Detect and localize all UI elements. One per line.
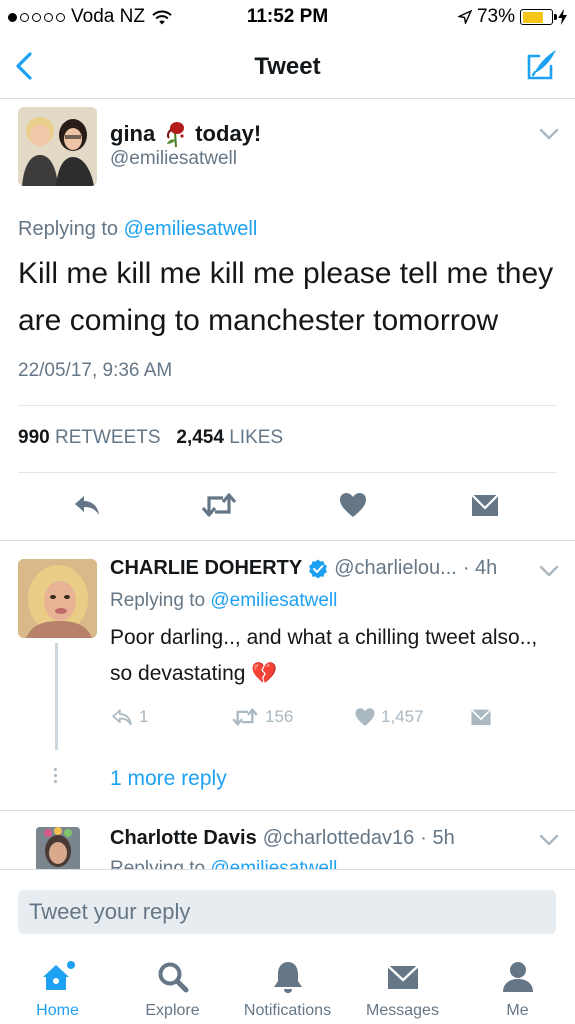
- verified-badge-icon: [309, 559, 328, 578]
- likes-count: 2,454: [176, 427, 224, 448]
- dm-action[interactable]: [470, 706, 492, 728]
- profile-photo: [36, 827, 80, 869]
- display-name[interactable]: Charlotte Davis: [110, 827, 257, 850]
- battery-fill: [522, 11, 543, 23]
- heart-icon: [355, 708, 375, 726]
- tab-bar: Home Explore Notifications Messages Me: [0, 945, 575, 1024]
- tab-label: Messages: [366, 1002, 439, 1019]
- home-icon: [42, 961, 75, 990]
- reply-icon[interactable]: [72, 490, 102, 520]
- replying-to-label: Replying to: [110, 590, 206, 611]
- retweets-label: RETWEETS: [54, 427, 161, 448]
- reply-count: 1: [139, 707, 149, 726]
- tab-notifications[interactable]: Notifications: [230, 959, 345, 1020]
- reply-actions: 1 156 1,457: [110, 706, 530, 732]
- tab-label: Notifications: [243, 1002, 332, 1019]
- battery-percent: 73%: [476, 6, 515, 27]
- avatar[interactable]: [36, 827, 80, 869]
- reply-age: · 5h: [420, 827, 455, 849]
- tab-explore[interactable]: Explore: [115, 959, 230, 1020]
- more-replies-link[interactable]: 1 more reply: [110, 767, 227, 791]
- more-replies-dots-icon: [54, 768, 57, 783]
- charging-icon: [558, 9, 567, 25]
- replying-to-handle[interactable]: @emiliesatwell: [124, 218, 258, 240]
- tab-label: Home: [36, 1002, 79, 1019]
- retweets-stat[interactable]: 990 RETWEETS: [18, 427, 161, 448]
- replying-to-handle[interactable]: @emiliesatwell: [210, 590, 337, 611]
- author-handle[interactable]: @charlottedav16: [263, 827, 415, 850]
- reply-text: Poor darling.., and what a chilling twee…: [110, 620, 560, 692]
- direct-message-icon[interactable]: [470, 490, 500, 520]
- retweet-count: 156: [265, 707, 294, 726]
- reply-header: CHARLIE DOHERTY @charlielou... · 4h: [110, 557, 497, 580]
- likes-stat[interactable]: 2,454 LIKES: [176, 427, 283, 448]
- compose-tweet-icon[interactable]: [523, 46, 559, 82]
- chevron-down-icon[interactable]: [539, 565, 559, 577]
- reply-age: · 4h: [462, 557, 498, 579]
- direct-message-icon: [470, 709, 492, 726]
- retweet-icon[interactable]: [201, 490, 237, 520]
- like-count: 1,457: [381, 707, 424, 726]
- author-handle[interactable]: @emiliesatwell: [110, 148, 237, 170]
- like-action[interactable]: 1,457: [354, 706, 424, 728]
- thread-line: [55, 643, 58, 750]
- location-arrow-icon: [457, 10, 472, 24]
- reply-composer: [0, 869, 575, 945]
- tweet-timestamp: 22/05/17, 9:36 AM: [18, 360, 173, 381]
- wilted-rose-icon: [167, 122, 185, 148]
- tweet-actions: [0, 490, 575, 524]
- profile-photo: [18, 559, 97, 638]
- reply-input[interactable]: [18, 890, 556, 934]
- nav-bar: Tweet: [0, 34, 575, 99]
- likes-label: LIKES: [229, 427, 284, 448]
- retweet-icon: [232, 708, 258, 726]
- chevron-down-icon[interactable]: [539, 128, 559, 140]
- tab-home[interactable]: Home: [0, 959, 115, 1020]
- replying-to: Replying to @emiliesatwell: [110, 858, 337, 869]
- author-name[interactable]: gina today!: [110, 120, 261, 148]
- bell-icon: [273, 962, 302, 993]
- envelope-icon: [386, 965, 419, 989]
- display-name[interactable]: CHARLIE DOHERTY: [110, 557, 302, 580]
- tab-me[interactable]: Me: [460, 959, 575, 1020]
- display-name[interactable]: gina: [110, 121, 155, 147]
- chevron-down-icon[interactable]: [539, 834, 559, 846]
- tab-label: Me: [506, 1002, 529, 1019]
- tweet-text: Kill me kill me kill me please tell me t…: [18, 257, 554, 337]
- person-icon: [502, 962, 533, 992]
- retweet-action[interactable]: 156: [230, 706, 293, 728]
- tab-messages[interactable]: Messages: [345, 959, 460, 1020]
- avatar[interactable]: [18, 107, 97, 186]
- status-bar: Voda NZ 11:52 PM 73%: [0, 0, 575, 34]
- reply-action[interactable]: 1: [110, 706, 148, 728]
- reply-body: Poor darling.., and what a chilling twee…: [110, 626, 538, 685]
- reply-item[interactable]: Charlotte Davis @charlottedav16 · 5h Rep…: [0, 811, 575, 869]
- divider: [0, 540, 575, 541]
- avatar[interactable]: [18, 559, 97, 638]
- reply-header: Charlotte Davis @charlottedav16 · 5h: [110, 827, 455, 850]
- page-title: Tweet: [254, 53, 321, 80]
- status-right: 73%: [457, 6, 567, 28]
- divider: [18, 472, 557, 473]
- author-handle[interactable]: @charlielou...: [334, 557, 457, 580]
- replying-to: Replying to @emiliesatwell: [18, 218, 257, 241]
- replying-to-handle[interactable]: @emiliesatwell: [210, 858, 337, 869]
- tweet-stats: 990 RETWEETS 2,454 LIKES: [18, 427, 283, 449]
- tab-label: Explore: [145, 1002, 200, 1019]
- replying-to-label: Replying to: [110, 858, 206, 869]
- retweets-count: 990: [18, 427, 50, 448]
- divider: [18, 405, 557, 406]
- heart-icon[interactable]: [338, 490, 368, 520]
- battery-icon: [520, 9, 557, 25]
- display-name-suffix[interactable]: today!: [195, 121, 261, 147]
- replying-to: Replying to @emiliesatwell: [110, 590, 337, 612]
- search-icon: [158, 962, 188, 993]
- replying-to-label: Replying to: [18, 218, 119, 240]
- broken-heart-emoji: 💔: [251, 662, 278, 685]
- reply-icon: [112, 709, 132, 726]
- profile-photo: [18, 107, 97, 186]
